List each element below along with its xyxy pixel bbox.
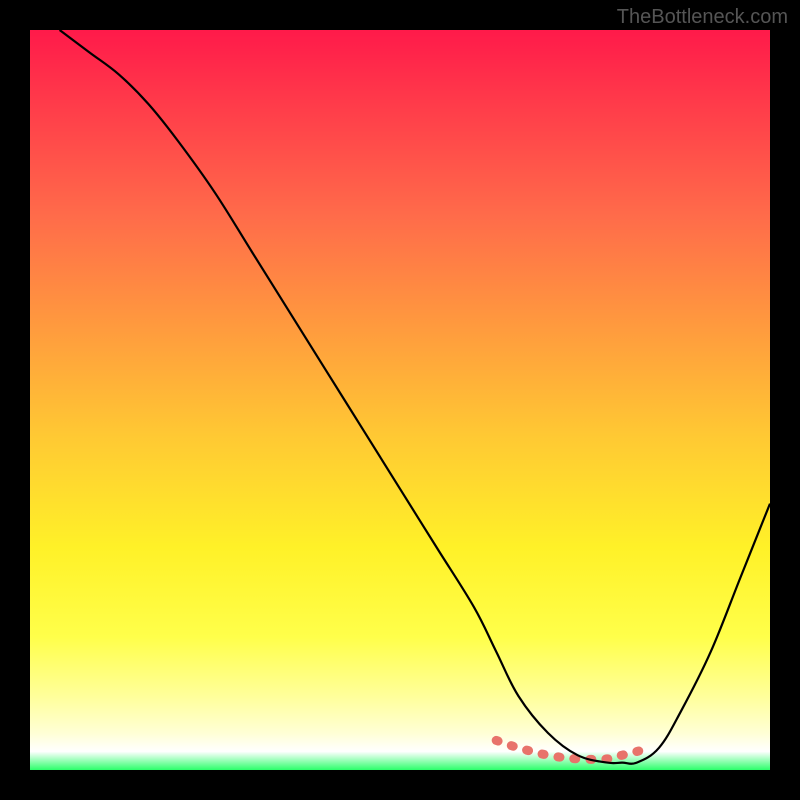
watermark-text: TheBottleneck.com — [617, 6, 788, 29]
highlight-band — [496, 740, 651, 759]
main-curve — [60, 30, 770, 764]
chart-plot-area — [30, 30, 770, 770]
chart-curve-layer — [30, 30, 770, 770]
